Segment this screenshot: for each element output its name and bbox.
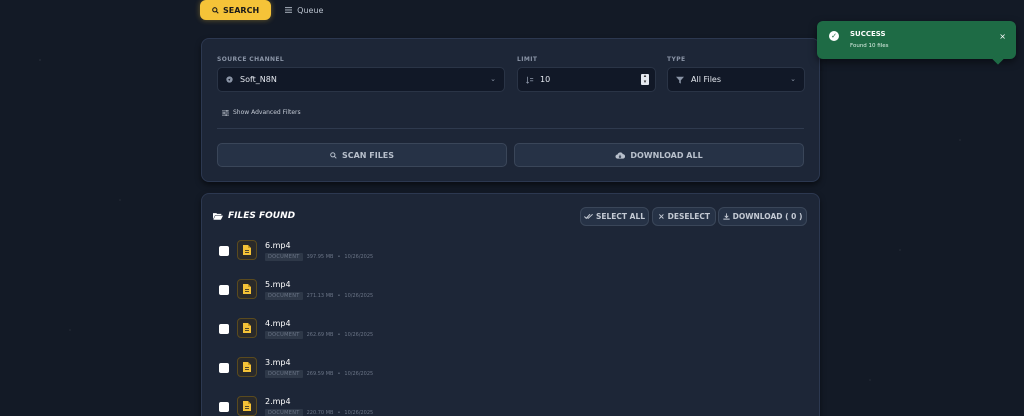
search-form-panel: SOURCE CHANNEL Soft_N8N ⌄ LIMIT 10 ▴ ▾ TY… [201, 38, 820, 182]
search-tab-label: SEARCH [223, 5, 260, 15]
meta-separator: • [337, 293, 341, 299]
deselect-label: DESELECT [667, 212, 711, 221]
folder-open-icon [213, 213, 223, 220]
channel-icon [226, 76, 233, 83]
toast-tail [992, 53, 1004, 65]
file-row[interactable]: 5.mp4 DOCUMENT 271.13 MB • 10/26/2025 [219, 279, 799, 301]
file-type-tag: DOCUMENT [265, 409, 303, 416]
file-size: 220.70 MB [306, 410, 334, 416]
meta-separator: • [337, 371, 341, 377]
limit-input[interactable]: 10 ▴ ▾ [517, 67, 656, 92]
files-found-heading: FILES FOUND [213, 211, 295, 221]
queue-tab[interactable]: Queue [285, 6, 323, 15]
file-size: 269.59 MB [306, 371, 334, 377]
type-value: All Files [691, 75, 722, 84]
files-found-panel: FILES FOUND SELECT ALL × DESELECT DOWNLO… [201, 193, 820, 416]
search-icon [212, 6, 219, 14]
file-date: 10/26/2025 [344, 332, 374, 338]
file-checkbox[interactable] [219, 402, 229, 412]
file-meta: DOCUMENT 262.69 MB • 10/26/2025 [265, 331, 373, 339]
file-name: 4.mp4 [265, 319, 291, 328]
file-row[interactable]: 4.mp4 DOCUMENT 262.69 MB • 10/26/2025 [219, 318, 799, 340]
limit-value: 10 [540, 75, 551, 84]
file-date: 10/26/2025 [344, 254, 374, 260]
file-icon [237, 396, 257, 416]
close-icon[interactable]: × [999, 32, 1006, 41]
select-all-label: SELECT ALL [595, 212, 646, 221]
meta-separator: • [337, 332, 341, 338]
file-date: 10/26/2025 [344, 371, 374, 377]
file-date: 10/26/2025 [344, 410, 374, 416]
type-label: TYPE [667, 56, 686, 63]
file-checkbox[interactable] [219, 363, 229, 373]
file-name: 3.mp4 [265, 358, 291, 367]
number-stepper[interactable]: ▴ ▾ [641, 73, 649, 85]
advanced-filters-toggle[interactable]: Show Advanced Filters [222, 109, 301, 116]
success-toast: ✓ SUCCESS Found 10 files × [817, 21, 1016, 65]
cloud-download-icon [615, 151, 626, 159]
source-channel-select[interactable]: Soft_N8N ⌄ [217, 67, 505, 92]
chevron-down-icon: ⌄ [490, 75, 496, 83]
toast-message: Found 10 files [850, 43, 889, 49]
file-type-tag: DOCUMENT [265, 292, 303, 300]
search-icon [330, 151, 337, 159]
files-found-title: FILES FOUND [228, 211, 296, 221]
top-nav: SEARCH Queue [200, 0, 323, 20]
file-name: 2.mp4 [265, 397, 291, 406]
file-meta: DOCUMENT 220.70 MB • 10/26/2025 [265, 409, 373, 416]
sort-numeric-icon [526, 76, 534, 84]
select-all-button[interactable]: SELECT ALL [580, 207, 649, 226]
filter-icon [676, 76, 684, 84]
type-select[interactable]: All Files ⌄ [667, 67, 805, 92]
source-channel-label: SOURCE CHANNEL [217, 56, 285, 63]
file-name: 6.mp4 [265, 241, 291, 250]
file-meta: DOCUMENT 271.13 MB • 10/26/2025 [265, 292, 373, 300]
meta-separator: • [337, 254, 341, 260]
file-icon [237, 318, 257, 338]
file-icon [237, 279, 257, 299]
file-checkbox[interactable] [219, 246, 229, 256]
double-check-icon [584, 213, 593, 220]
meta-separator: • [337, 410, 341, 416]
file-size: 397.95 MB [306, 254, 334, 260]
download-all-label: DOWNLOAD ALL [630, 150, 703, 160]
source-channel-value: Soft_N8N [240, 75, 277, 84]
list-icon [285, 7, 293, 13]
download-icon [722, 213, 730, 220]
file-meta: DOCUMENT 397.95 MB • 10/26/2025 [265, 253, 373, 261]
close-icon: × [657, 212, 665, 221]
check-circle-icon: ✓ [829, 31, 839, 41]
file-row[interactable]: 2.mp4 DOCUMENT 220.70 MB • 10/26/2025 [219, 396, 799, 416]
download-all-button[interactable]: DOWNLOAD ALL [514, 143, 804, 167]
file-type-tag: DOCUMENT [265, 331, 303, 339]
divider [217, 128, 804, 129]
file-row[interactable]: 6.mp4 DOCUMENT 397.95 MB • 10/26/2025 [219, 240, 799, 262]
limit-label: LIMIT [517, 56, 538, 63]
file-checkbox[interactable] [219, 324, 229, 334]
file-size: 271.13 MB [306, 293, 334, 299]
chevron-down-icon: ⌄ [790, 75, 796, 83]
download-selected-label: DOWNLOAD ( 0 ) [732, 212, 803, 221]
file-type-tag: DOCUMENT [265, 253, 303, 261]
search-tab[interactable]: SEARCH [200, 0, 272, 20]
scan-files-label: SCAN FILES [341, 150, 395, 160]
file-type-tag: DOCUMENT [265, 370, 303, 378]
advanced-filters-label: Show Advanced Filters [233, 109, 301, 116]
queue-tab-label: Queue [297, 5, 324, 15]
file-date: 10/26/2025 [344, 293, 374, 299]
file-size: 262.69 MB [306, 332, 334, 338]
file-name: 5.mp4 [265, 280, 291, 289]
download-selected-button[interactable]: DOWNLOAD ( 0 ) [718, 207, 807, 226]
file-icon [237, 240, 257, 260]
file-row[interactable]: 3.mp4 DOCUMENT 269.59 MB • 10/26/2025 [219, 357, 799, 379]
scan-files-button[interactable]: SCAN FILES [217, 143, 507, 167]
deselect-button[interactable]: × DESELECT [652, 207, 716, 226]
file-meta: DOCUMENT 269.59 MB • 10/26/2025 [265, 370, 373, 378]
file-icon [237, 357, 257, 377]
toast-title: SUCCESS [850, 30, 886, 38]
sliders-icon [222, 109, 229, 116]
file-checkbox[interactable] [219, 285, 229, 295]
